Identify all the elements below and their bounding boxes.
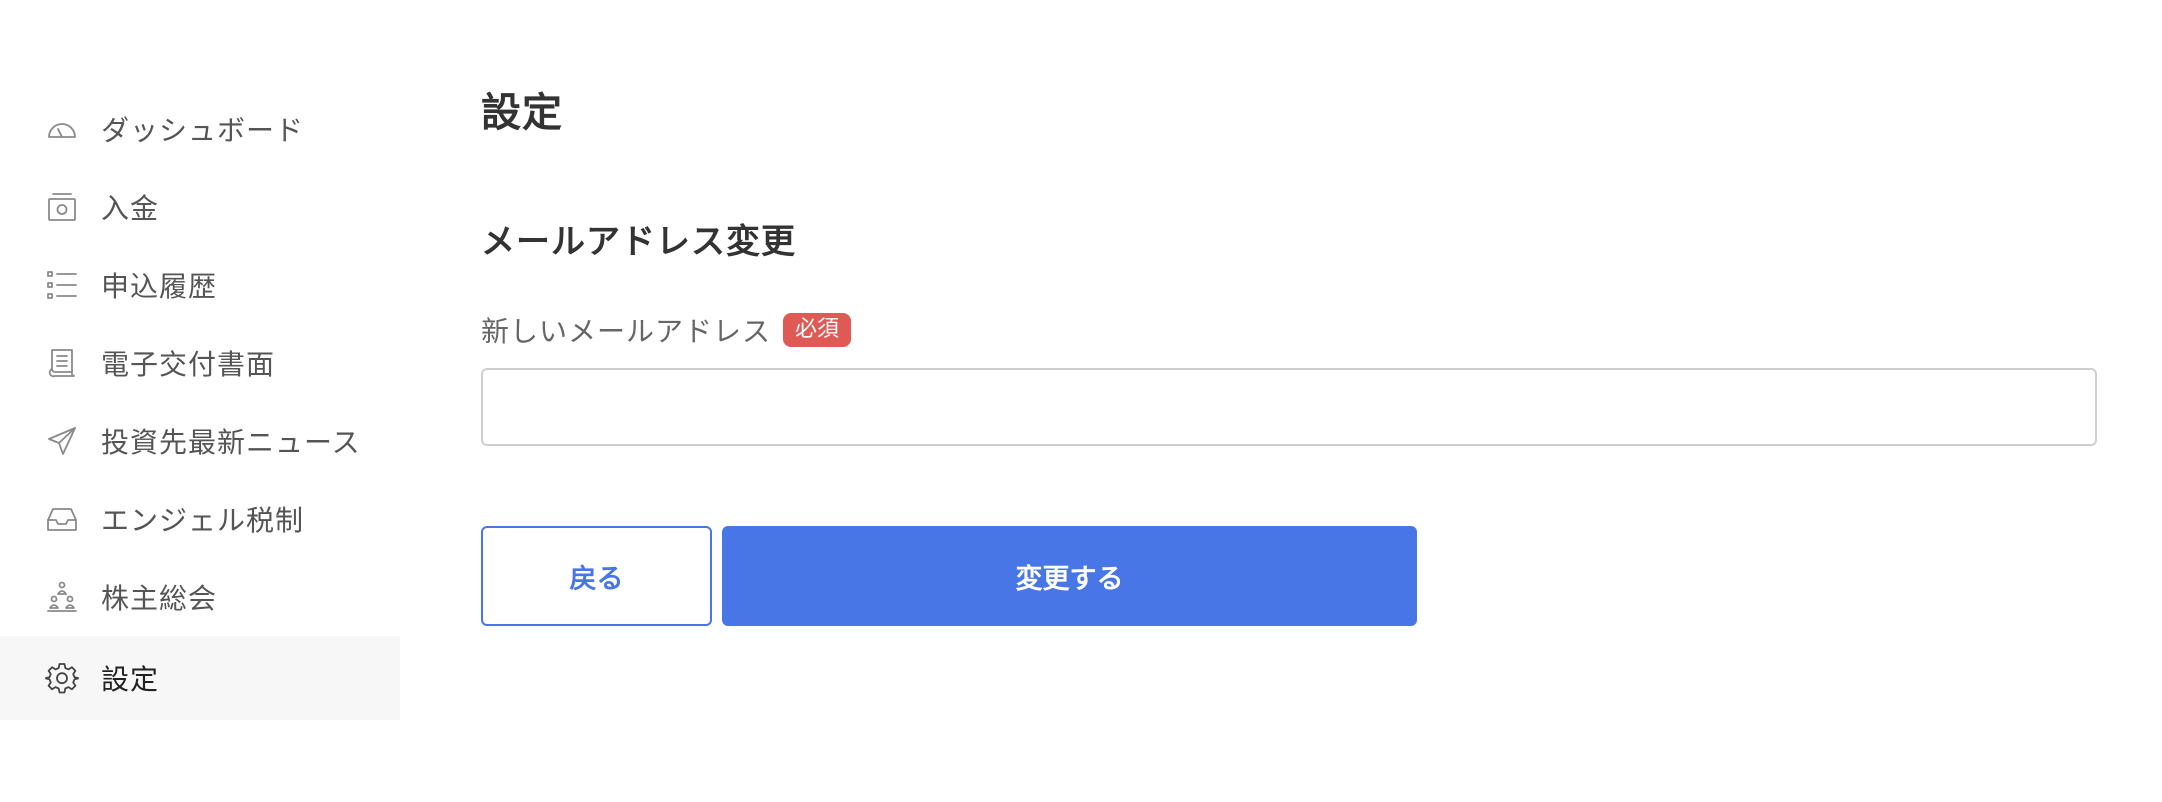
submit-change-button[interactable]: 変更する (722, 526, 1417, 626)
sidebar-item-electronic-documents[interactable]: 電子交付書面 (0, 324, 400, 402)
required-badge: 必須 (783, 313, 852, 347)
sidebar-item-investee-news[interactable]: 投資先最新ニュース (0, 402, 400, 480)
section-title: メールアドレス変更 (481, 222, 796, 262)
sidebar: ダッシュボード 入金 申込履歴 電子交付書面 投資先最新ニュース エンジェル税制… (0, 90, 400, 720)
sidebar-item-settings[interactable]: 設定 (0, 636, 400, 720)
sidebar-item-label: 電子交付書面 (101, 348, 276, 381)
email-field-label: 新しいメールアドレス (481, 315, 772, 348)
sidebar-item-angel-tax[interactable]: エンジェル税制 (0, 480, 400, 558)
sidebar-item-shareholders-meeting[interactable]: 株主総会 (0, 558, 400, 636)
sidebar-item-label: 申込履歴 (101, 270, 218, 303)
sidebar-item-label: 投資先最新ニュース (101, 426, 361, 459)
sidebar-item-label: 設定 (101, 663, 160, 696)
email-field-label-row: 新しいメールアドレス 必須 (481, 310, 852, 350)
new-email-input[interactable] (481, 368, 2097, 446)
people-group-icon (44, 579, 80, 615)
page-title: 設定 (481, 90, 563, 136)
deposit-safe-icon (44, 189, 80, 225)
inbox-tray-icon (44, 501, 80, 537)
document-icon (44, 345, 80, 381)
list-icon (44, 267, 80, 303)
gear-icon (44, 660, 80, 696)
sidebar-item-application-history[interactable]: 申込履歴 (0, 246, 400, 324)
paper-plane-icon (44, 423, 80, 459)
sidebar-item-label: 入金 (101, 192, 160, 225)
sidebar-item-deposit[interactable]: 入金 (0, 168, 400, 246)
sidebar-item-label: エンジェル税制 (101, 504, 305, 537)
back-button[interactable]: 戻る (481, 526, 712, 626)
sidebar-item-label: 株主総会 (101, 582, 218, 615)
app-root: ダッシュボード 入金 申込履歴 電子交付書面 投資先最新ニュース エンジェル税制… (0, 0, 2162, 802)
sidebar-item-dashboard[interactable]: ダッシュボード (0, 90, 400, 168)
dashboard-gauge-icon (44, 111, 80, 147)
sidebar-item-label: ダッシュボード (101, 114, 305, 147)
